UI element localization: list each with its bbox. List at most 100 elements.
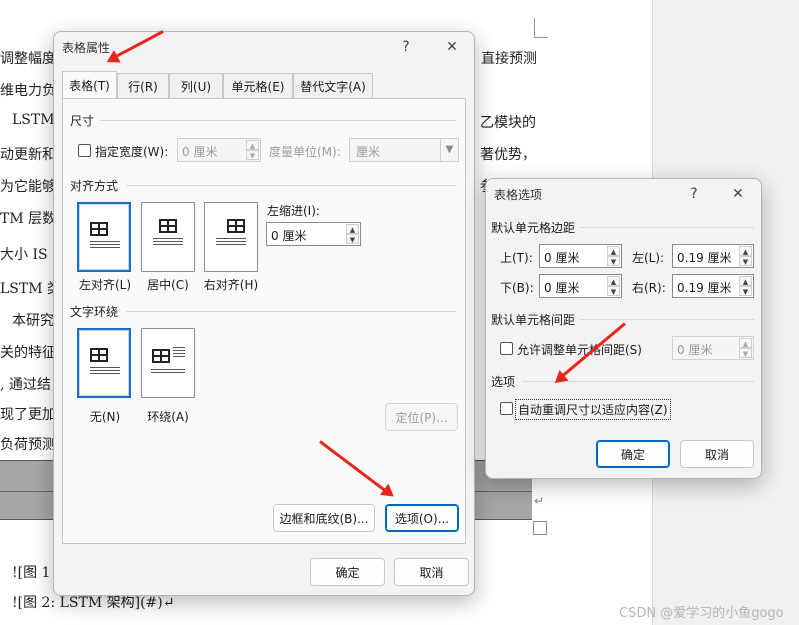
spin-down-icon[interactable]: ▼	[607, 286, 620, 296]
left-margin-field[interactable]: 0.19 厘米 ▲ ▼	[672, 244, 754, 268]
spin-down-icon[interactable]: ▼	[739, 348, 752, 358]
top-margin-label: 上(T):	[500, 251, 533, 265]
left-indent-field[interactable]: 0 厘米 ▲ ▼	[266, 222, 361, 246]
align-right-label: 右对齐(H)	[203, 278, 259, 292]
table-tab-panel	[62, 98, 466, 544]
divider	[126, 185, 456, 186]
spin-up-icon[interactable]: ▲	[739, 246, 752, 256]
wrap-none-label: 无(N)	[89, 410, 121, 424]
spin-up-icon[interactable]: ▲	[607, 246, 620, 256]
dialog-title: 表格选项	[494, 188, 543, 202]
borders-shading-button[interactable]: 边框和底纹(B)...	[273, 504, 375, 532]
document-line: 本研究	[12, 313, 54, 329]
right-margin-value: 0.19 厘米	[677, 281, 732, 295]
watermark: CSDN @爱学习的小鱼gogo	[619, 606, 784, 621]
text-lines-icon	[151, 369, 185, 379]
divider	[580, 227, 754, 228]
align-right-option[interactable]	[204, 202, 258, 272]
dialog-title: 表格属性	[62, 41, 111, 55]
bottom-margin-value: 0 厘米	[544, 281, 580, 295]
ok-button[interactable]: 确定	[310, 558, 385, 586]
left-margin-value: 0.19 厘米	[677, 251, 732, 265]
text-lines-icon	[153, 238, 183, 248]
preferred-width-checkbox[interactable]	[78, 144, 91, 157]
table-wrapped-icon	[152, 349, 170, 363]
close-button[interactable]: ✕	[726, 183, 750, 205]
preferred-width-value: 0 厘米	[182, 145, 218, 159]
help-button[interactable]: ?	[682, 183, 706, 205]
dialog-titlebar[interactable]: 表格选项 ? ✕	[486, 179, 761, 209]
autofit-label[interactable]: 自动重调尺寸以适应内容(Z)	[515, 399, 671, 420]
spin-down-icon[interactable]: ▼	[739, 256, 752, 266]
document-line: 现了更加	[0, 407, 56, 423]
wrap-none-option[interactable]	[77, 328, 131, 398]
spin-up-icon[interactable]: ▲	[346, 224, 359, 234]
spin-down-icon[interactable]: ▼	[739, 286, 752, 296]
divider	[580, 319, 754, 320]
cancel-button[interactable]: 取消	[394, 558, 469, 586]
size-group-label: 尺寸	[70, 114, 95, 128]
bottom-margin-field[interactable]: 0 厘米 ▲ ▼	[539, 274, 622, 298]
preferred-width-label[interactable]: 指定宽度(W):	[95, 143, 168, 160]
alignment-group-label: 对齐方式	[70, 179, 119, 193]
document-line: LSTM	[12, 112, 55, 128]
tab-column[interactable]: 列(U)	[169, 73, 223, 99]
spin-down-icon[interactable]: ▼	[607, 256, 620, 266]
allow-spacing-label[interactable]: 允许调整单元格间距(S)	[517, 341, 642, 358]
left-indent-label: 左缩进(I):	[267, 204, 320, 218]
measure-unit-label: 度量单位(M):	[269, 145, 341, 159]
right-margin-field[interactable]: 0.19 厘米 ▲ ▼	[672, 274, 754, 298]
spin-down-icon[interactable]: ▼	[346, 234, 359, 244]
document-line: , 通过结	[0, 377, 51, 393]
help-button[interactable]: ?	[394, 36, 418, 58]
document-line: 负荷预测	[0, 437, 56, 453]
document-line: ![图 1	[12, 565, 51, 581]
align-left-label: 左对齐(L)	[78, 278, 132, 292]
table-inline-icon	[90, 348, 108, 362]
tab-cell[interactable]: 单元格(E)	[223, 73, 293, 99]
document-line: 直接预测	[481, 51, 537, 67]
options-button[interactable]: 选项(O)...	[385, 504, 459, 532]
document-line: 关的特征	[0, 345, 56, 361]
spin-up-icon[interactable]: ▲	[739, 276, 752, 286]
text-lines-icon	[216, 238, 246, 248]
document-line: 维电力负	[0, 83, 56, 99]
chevron-down-icon: ▼	[440, 139, 458, 161]
left-margin-label: 左(L):	[632, 251, 665, 265]
close-button[interactable]: ✕	[440, 36, 464, 58]
document-line: 乙模块的	[480, 115, 536, 131]
top-margin-value: 0 厘米	[544, 251, 580, 265]
document-line: 著优势，	[480, 147, 536, 163]
measure-unit-select[interactable]: 厘米 ▼	[349, 138, 459, 162]
tab-table[interactable]: 表格(T)	[62, 71, 117, 99]
cell-spacing-value: 0 厘米	[677, 343, 713, 357]
spin-up-icon[interactable]: ▲	[739, 338, 752, 348]
ok-button[interactable]: 确定	[596, 440, 670, 468]
document-line: TM 层数	[0, 211, 57, 227]
align-center-option[interactable]	[141, 202, 195, 272]
document-line: 大小 IS	[0, 247, 48, 263]
top-margin-field[interactable]: 0 厘米 ▲ ▼	[539, 244, 622, 268]
tab-row[interactable]: 行(R)	[117, 73, 169, 99]
divider	[100, 120, 456, 121]
right-margin-label: 右(R):	[632, 281, 666, 295]
autofit-checkbox[interactable]	[500, 402, 513, 415]
positioning-button[interactable]: 定位(P)...	[385, 403, 458, 431]
table-resize-handle[interactable]	[533, 521, 547, 535]
tab-alt-text[interactable]: 替代文字(A)	[293, 73, 373, 99]
align-left-option[interactable]	[77, 202, 131, 272]
spin-down-icon[interactable]: ▼	[246, 150, 259, 160]
allow-spacing-checkbox[interactable]	[500, 342, 513, 355]
measure-unit-value: 厘米	[356, 145, 381, 159]
document-line: 调整幅度	[0, 51, 56, 67]
wrap-around-option[interactable]	[141, 328, 195, 398]
left-indent-value: 0 厘米	[271, 229, 307, 243]
table-left-icon	[90, 222, 108, 236]
cancel-button[interactable]: 取消	[680, 440, 754, 468]
preferred-width-field[interactable]: 0 厘米 ▲ ▼	[177, 138, 261, 162]
document-line: 动更新和	[0, 147, 56, 163]
spin-up-icon[interactable]: ▲	[246, 140, 259, 150]
document-line: LSTM 类	[0, 281, 62, 297]
spin-up-icon[interactable]: ▲	[607, 276, 620, 286]
cell-spacing-field[interactable]: 0 厘米 ▲ ▼	[672, 336, 754, 360]
